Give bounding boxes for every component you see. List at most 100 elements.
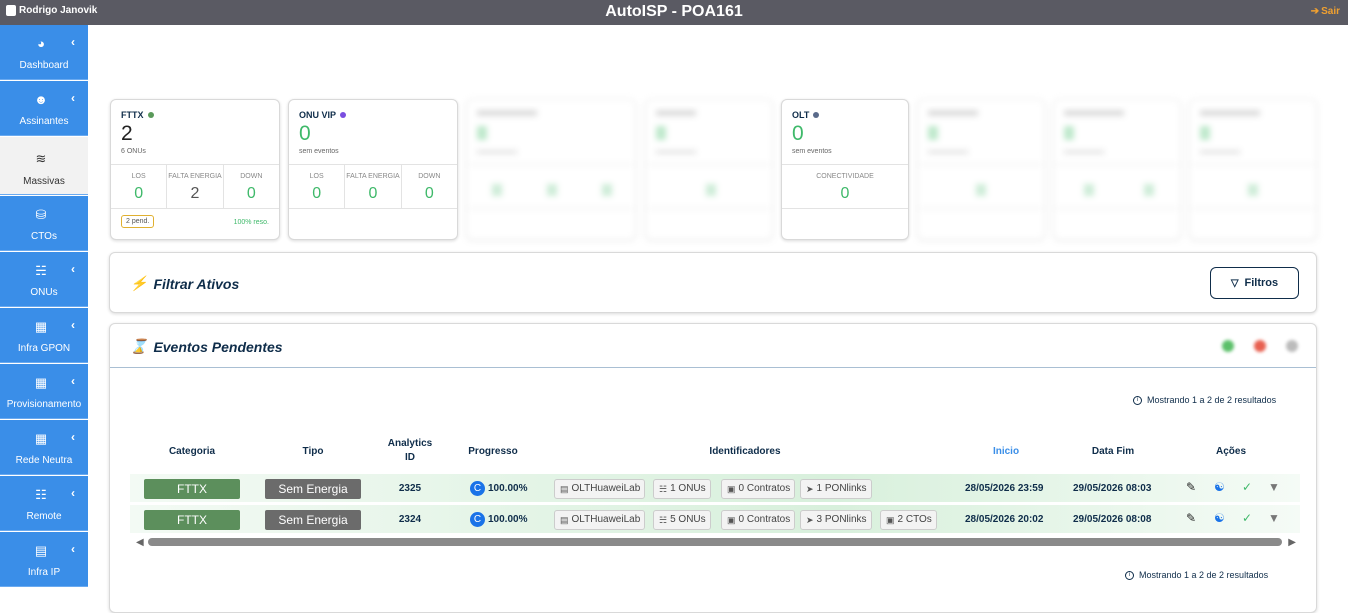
chip-label: OLTHuaweiLab: [571, 483, 641, 494]
col-header-analytics[interactable]: Analytics ID: [380, 438, 440, 463]
card-title: OLT: [792, 110, 810, 120]
chevron-left-icon: ‹: [71, 374, 75, 388]
stat-card-fttx[interactable]: FTTX 2 6 ONUs LOS 0 FALTA ENERGIA 2 DOWN…: [110, 99, 280, 240]
logout-button[interactable]: ➔ Sair: [1311, 6, 1340, 17]
results-info-top: i Mostrando 1 a 2 de 2 resultados: [1133, 395, 1276, 405]
chip-contratos[interactable]: ▣ 0 Contratos: [721, 510, 796, 530]
sitemap-icon: ☵: [659, 515, 668, 525]
check-icon[interactable]: ✓: [1242, 511, 1252, 525]
scroll-left-icon[interactable]: ◀: [136, 537, 144, 548]
col-header-progresso[interactable]: Progresso: [458, 446, 528, 457]
filters-button-label: Filtros: [1244, 277, 1279, 289]
chip-ponlinks[interactable]: ➤ 3 PONlinks: [800, 510, 872, 530]
sidebar-item-label: Assinantes: [19, 116, 69, 127]
sidebar-item-label: Massivas: [23, 176, 65, 187]
info-icon: i: [1125, 570, 1134, 580]
sidebar-item-label: Dashboard: [19, 60, 69, 71]
chip-label: 0 Contratos: [738, 514, 791, 525]
metric-down: DOWN 0: [402, 165, 457, 208]
horizontal-scrollbar[interactable]: ◀ ▶: [136, 537, 1296, 548]
chip-ctos[interactable]: ▣ 2 CTOs: [880, 510, 937, 530]
status-dot: [813, 112, 820, 118]
logout-icon: ➔: [1310, 6, 1320, 17]
app-title: AutoISP - POA161: [605, 3, 743, 20]
hourglass-icon: ⌛: [130, 338, 148, 354]
metric-label: DOWN: [240, 173, 263, 180]
progress-value: 100.00%: [488, 483, 528, 494]
building-icon: ▦: [34, 319, 48, 334]
col-header-inicio[interactable]: Inicio: [976, 446, 1036, 457]
analytics-id: 2325: [398, 483, 422, 494]
green-action-icon[interactable]: [1222, 340, 1234, 352]
end-date: 29/05/2026 08:08: [1073, 514, 1152, 525]
chip-olt[interactable]: ▤ OLTHuaweiLab: [554, 510, 646, 530]
analytics-id: 2324: [398, 514, 422, 525]
chip-contratos[interactable]: ▣ 0 Contratos: [721, 479, 796, 499]
thumbs-down-icon[interactable]: ▼: [1268, 511, 1280, 525]
chip-onus[interactable]: ☵ 5 ONUs: [653, 510, 711, 530]
metric-value: 0: [840, 185, 850, 202]
events-title: ⌛ Eventos Pendentes: [130, 338, 283, 355]
sidebar-item-provisionamento[interactable]: ▦ ‹ Provisionamento: [0, 364, 88, 419]
server-icon: ▤: [560, 484, 569, 494]
edit-icon[interactable]: ✎: [1186, 511, 1196, 525]
metric-value: 0: [368, 185, 378, 202]
metric-value: 0: [312, 185, 322, 202]
sidebar-item-ctos[interactable]: ⛁ CTOs: [0, 196, 88, 251]
table-row[interactable]: FTTX Sem Energia 2325 C 100.00% ▤ OLTHuaw…: [130, 474, 1300, 502]
chip-label: 5 ONUs: [670, 514, 706, 525]
stat-card-onu-vip[interactable]: ONU VIP 0 sem eventos LOS 0 FALTA ENERGI…: [288, 99, 458, 240]
chip-olt[interactable]: ▤ OLTHuaweiLab: [554, 479, 646, 499]
type-badge: Sem Energia: [265, 510, 361, 530]
sidebar-item-infra-ip[interactable]: ▤ ‹ Infra IP: [0, 532, 88, 587]
chip-ponlinks[interactable]: ➤ 1 PONlinks: [800, 479, 872, 499]
chip-onus[interactable]: ☵ 1 ONUs: [653, 479, 711, 499]
stat-card-blurred: [1053, 99, 1181, 240]
edit-icon[interactable]: ✎: [1186, 480, 1196, 494]
check-icon[interactable]: ✓: [1242, 480, 1252, 494]
chip-label: 1 ONUs: [670, 483, 706, 494]
red-action-icon[interactable]: [1254, 340, 1266, 352]
sidebar-item-rede-neutra[interactable]: ▦ ‹ Rede Neutra: [0, 420, 88, 475]
col-header-identificadores[interactable]: Identificadores: [670, 446, 820, 457]
chevron-left-icon: ‹: [71, 430, 75, 444]
scroll-right-icon[interactable]: ▶: [1288, 537, 1296, 548]
sidebar-item-label: ONUs: [30, 287, 58, 298]
progress-circle-icon: C: [470, 481, 485, 496]
sitemap-icon: ☵: [659, 484, 668, 494]
funnel-icon: ▽: [1230, 277, 1239, 289]
type-badge: Sem Energia: [265, 479, 361, 499]
pending-events-panel: ⌛ Eventos Pendentes i Mostrando 1 a 2 de…: [109, 323, 1317, 613]
scrollbar-thumb[interactable]: [148, 538, 1282, 546]
thumbs-down-icon[interactable]: ▼: [1268, 480, 1280, 494]
chevron-left-icon: ‹: [71, 35, 75, 49]
chevron-left-icon: ‹: [71, 486, 75, 500]
handshake-icon[interactable]: ☯: [1214, 511, 1225, 525]
sidebar-item-onus[interactable]: ☵ ‹ ONUs: [0, 252, 88, 307]
metric-los: LOS 0: [289, 165, 346, 208]
resolved-text: 100% reso.: [233, 219, 269, 226]
sidebar-item-massivas[interactable]: ≋ Massivas: [0, 137, 88, 195]
top-bar: Rodrigo Janovik AutoISP - POA161 ➔ Sair: [0, 0, 1348, 25]
sidebar-item-remote[interactable]: ☷ ‹ Remote: [0, 476, 88, 531]
sidebar-item-dashboard[interactable]: ◕ ‹ Dashboard: [0, 25, 88, 80]
gray-action-icon[interactable]: [1286, 340, 1298, 352]
handshake-icon[interactable]: ☯: [1214, 480, 1225, 494]
card-value: 0: [792, 122, 804, 145]
col-header-categoria[interactable]: Categoria: [144, 446, 240, 457]
chip-label: 0 Contratos: [738, 483, 791, 494]
stat-card-olt[interactable]: OLT 0 sem eventos CONECTIVIDADE 0: [781, 99, 909, 240]
filters-button[interactable]: ▽ Filtros: [1210, 267, 1299, 299]
sidebar-item-label: Provisionamento: [6, 399, 82, 410]
metric-label: FALTA ENERGIA: [346, 173, 400, 180]
col-header-data-fim[interactable]: Data Fim: [1078, 446, 1148, 457]
sidebar-item-assinantes[interactable]: ☻ ‹ Assinantes: [0, 81, 88, 136]
sidebar-item-infra-gpon[interactable]: ▦ ‹ Infra GPON: [0, 308, 88, 363]
col-header-tipo[interactable]: Tipo: [265, 446, 361, 457]
building-icon: ▦: [34, 375, 48, 390]
card-subtitle: sem eventos: [299, 148, 339, 155]
metric-label: FALTA ENERGIA: [168, 173, 222, 180]
table-row[interactable]: FTTX Sem Energia 2324 C 100.00% ▤ OLTHuaw…: [130, 505, 1300, 533]
metric-falta-energia: FALTA ENERGIA 0: [345, 165, 402, 208]
card-title: ONU VIP: [299, 110, 337, 120]
